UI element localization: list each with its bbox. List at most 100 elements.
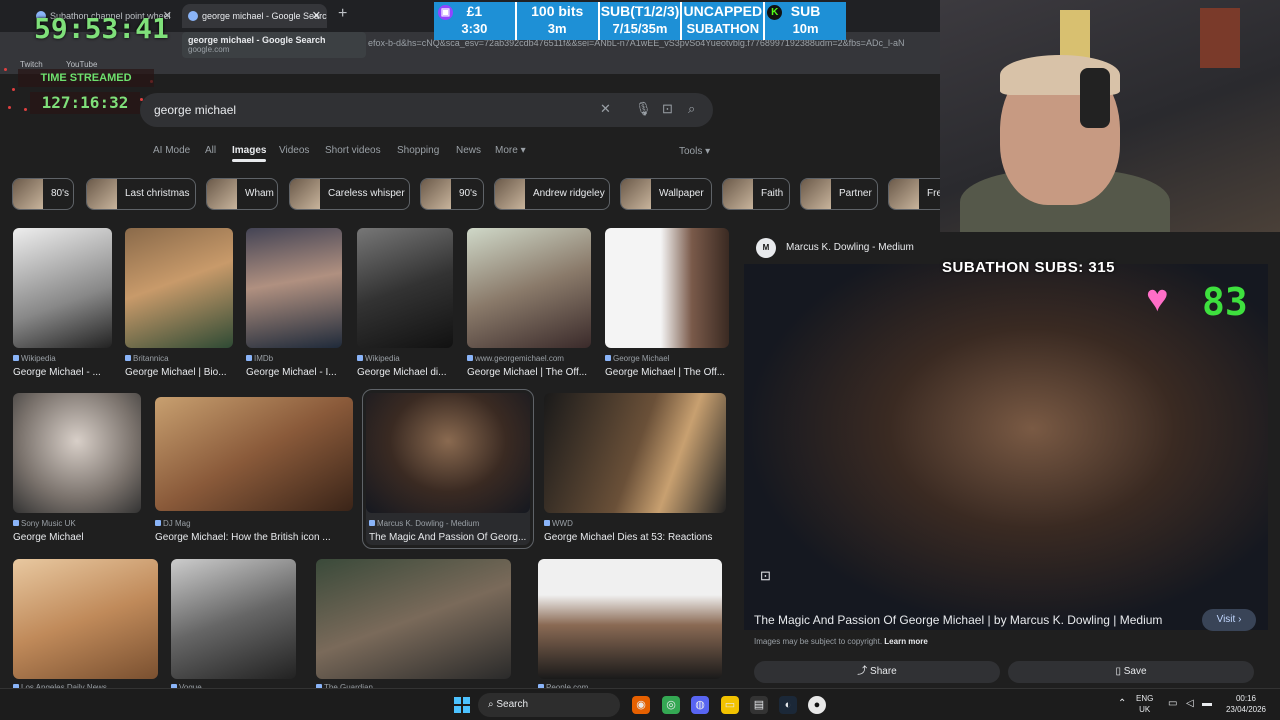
chip-partner[interactable]: Partner (800, 178, 878, 210)
tab-ai-mode[interactable]: AI Mode (153, 145, 190, 156)
discord-icon[interactable]: ◍ (691, 696, 709, 714)
network-icon[interactable]: ▭ (1168, 698, 1177, 709)
search-box[interactable]: george michael ✕ 🎙 ⊡ ⌕ (140, 93, 713, 127)
result-thumbnail[interactable] (246, 228, 342, 348)
tab-images[interactable]: Images (232, 145, 267, 162)
file-explorer-icon[interactable]: ▭ (721, 696, 739, 714)
epic-games-icon[interactable]: ▤ (750, 696, 768, 714)
clear-search-icon[interactable]: ✕ (600, 101, 611, 117)
image-result[interactable]: DJ Mag George Michael: How the British i… (155, 397, 353, 545)
chip-wallpaper[interactable]: Wallpaper (620, 178, 712, 210)
chip-80s[interactable]: 80's (12, 178, 74, 210)
result-thumbnail[interactable] (13, 228, 112, 348)
tab-all[interactable]: All (205, 145, 216, 156)
image-result[interactable]: People.com (538, 559, 722, 692)
result-thumbnail[interactable] (171, 559, 296, 679)
result-thumbnail[interactable] (538, 559, 722, 679)
image-result[interactable]: Los Angeles Daily News (13, 559, 158, 692)
lens-search-icon[interactable]: ⊡ (662, 101, 673, 117)
tab-shopping[interactable]: Shopping (397, 145, 439, 156)
rate-cell-uncapped: UNCAPPED SUBATHON (682, 2, 766, 40)
search-icon[interactable]: ⌕ (688, 101, 695, 117)
image-result-selected[interactable]: Marcus K. Dowling - Medium The Magic And… (362, 389, 534, 549)
result-thumbnail[interactable] (316, 559, 511, 679)
result-title[interactable]: George Michael - ... (13, 367, 112, 378)
image-result[interactable]: Britannica George Michael | Bio... (125, 228, 233, 380)
preview-title[interactable]: The Magic And Passion Of George Michael … (754, 613, 1162, 627)
result-source: WWD (544, 519, 573, 528)
windows-start-icon[interactable] (454, 697, 470, 713)
lang-code: ENG (1136, 694, 1154, 703)
result-thumbnail[interactable] (544, 393, 726, 513)
result-source: George Michael (605, 354, 669, 363)
image-result[interactable]: Wikipedia George Michael di... (357, 228, 453, 380)
chip-andrew-ridgeley[interactable]: Andrew ridgeley (494, 178, 610, 210)
image-result[interactable]: IMDb George Michael - I... (246, 228, 342, 380)
result-thumbnail[interactable] (467, 228, 591, 348)
tab-videos[interactable]: Videos (279, 145, 309, 156)
result-title[interactable]: George Michael | Bio... (125, 367, 233, 378)
result-thumbnail[interactable] (357, 228, 453, 348)
preview-image[interactable] (744, 264, 1268, 630)
obs-icon[interactable]: ● (808, 696, 826, 714)
result-title[interactable]: George Michael | The Off... (605, 367, 729, 378)
time-streamed-label: TIME STREAMED (18, 69, 154, 87)
tab-google-search[interactable]: george michael - Google Search ✕ (182, 4, 327, 28)
preview-source[interactable]: Marcus K. Dowling - Medium (786, 242, 914, 253)
tab-short-videos[interactable]: Short videos (325, 145, 381, 156)
result-thumbnail[interactable] (155, 397, 353, 511)
learn-more-link[interactable]: Learn more (884, 637, 928, 646)
image-result[interactable]: The Guardian (316, 559, 511, 692)
lens-search-icon[interactable]: ⊡ (760, 568, 771, 584)
chip-faith[interactable]: Faith (722, 178, 790, 210)
image-result[interactable]: George Michael George Michael | The Off.… (605, 228, 729, 380)
chrome-icon[interactable]: ◎ (662, 696, 680, 714)
steam-icon[interactable]: ◐ (779, 696, 797, 714)
result-thumbnail[interactable] (366, 393, 530, 513)
result-source: Sony Music UK (13, 519, 76, 528)
result-title[interactable]: George Michael di... (357, 367, 453, 378)
chip-wham[interactable]: Wham (206, 178, 278, 210)
image-result[interactable]: Wikipedia George Michael - ... (13, 228, 112, 380)
tab-news[interactable]: News (456, 145, 481, 156)
battery-icon[interactable]: ▬ (1202, 698, 1212, 709)
chip-careless-whisper[interactable]: Careless whisper (289, 178, 410, 210)
result-title[interactable]: George Michael: How the British icon ... (155, 532, 353, 543)
image-result[interactable]: WWD George Michael Dies at 53: Reactions (544, 393, 726, 545)
result-thumbnail[interactable] (605, 228, 729, 348)
share-button[interactable]: ⤴ Share (754, 661, 1000, 683)
chip-last-christmas[interactable]: Last christmas (86, 178, 196, 210)
chip-more[interactable]: Fre (888, 178, 940, 210)
volume-icon[interactable]: ◁ (1186, 698, 1194, 709)
chip-label: Wallpaper (659, 188, 704, 199)
new-tab-button[interactable]: + (338, 5, 347, 23)
save-button[interactable]: ▯ Save (1008, 661, 1254, 683)
result-title[interactable]: George Michael (13, 532, 141, 543)
clock[interactable]: 00:16 23/04/2026 (1220, 693, 1272, 715)
chip-90s[interactable]: 90's (420, 178, 484, 210)
chip-thumbnail (495, 179, 525, 209)
result-title[interactable]: The Magic And Passion Of Georg... (369, 532, 527, 543)
chevron-up-icon[interactable]: ⌃ (1118, 698, 1126, 709)
result-title[interactable]: George Michael - I... (246, 367, 342, 378)
image-result[interactable]: Sony Music UK George Michael (13, 393, 141, 545)
image-result[interactable]: Vogue (171, 559, 296, 692)
taskbar-search[interactable]: ⌕ Search (478, 693, 620, 717)
language-indicator[interactable]: ENG UK (1136, 693, 1153, 715)
close-tab-icon[interactable]: ✕ (312, 4, 321, 28)
result-thumbnail[interactable] (13, 393, 141, 513)
result-thumbnail[interactable] (13, 559, 158, 679)
search-input[interactable]: george michael (154, 103, 236, 117)
visit-button[interactable]: Visit › (1202, 609, 1256, 631)
result-title[interactable]: George Michael Dies at 53: Reactions (544, 532, 726, 543)
tools-button[interactable]: Tools ▾ (679, 146, 710, 157)
voice-search-icon[interactable]: 🎙 (635, 101, 652, 117)
firefox-icon[interactable]: ◉ (632, 696, 650, 714)
chip-label: Andrew ridgeley (533, 188, 605, 199)
image-result[interactable]: www.georgemichael.com George Michael | T… (467, 228, 591, 380)
chip-label: Fre (927, 188, 940, 199)
result-title[interactable]: George Michael | The Off... (467, 367, 591, 378)
result-thumbnail[interactable] (125, 228, 233, 348)
screen: Subathon channel point wheel ✕ george mi… (0, 0, 1280, 720)
tab-more[interactable]: More ▾ (495, 145, 526, 156)
